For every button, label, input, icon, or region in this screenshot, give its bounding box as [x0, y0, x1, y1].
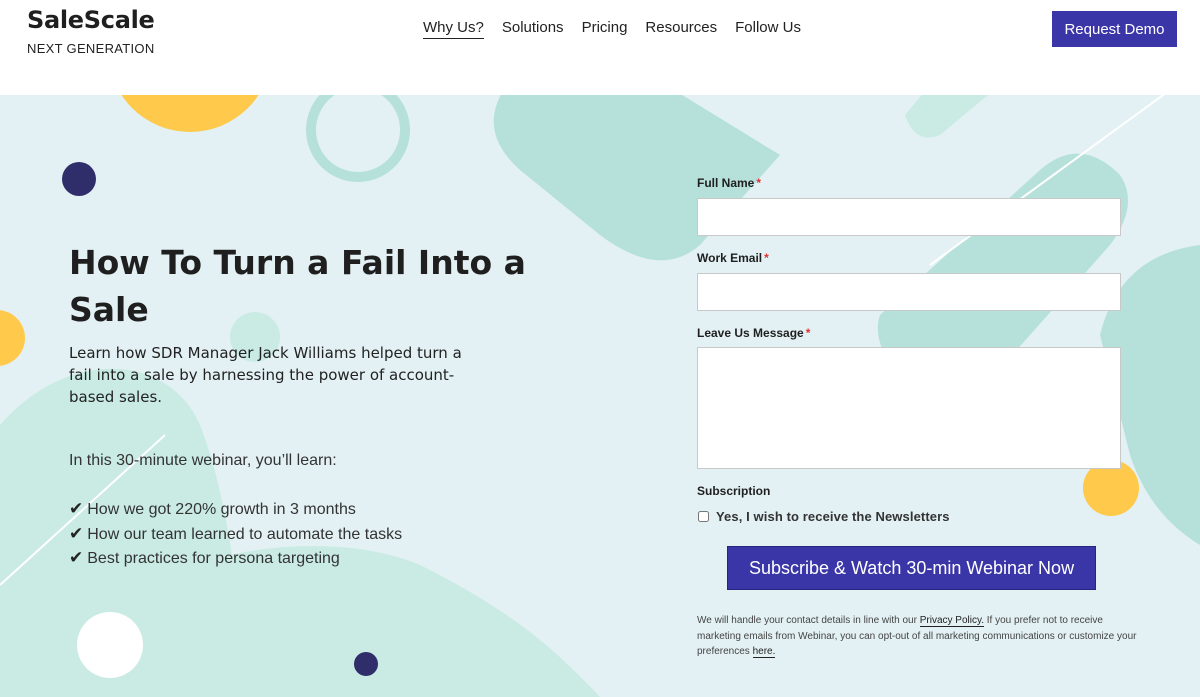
list-item: ✔ Best practices for persona targeting	[69, 546, 402, 571]
decor-yellow-left	[0, 310, 25, 366]
decor-yellow-top	[121, 95, 259, 132]
nav-item-solutions[interactable]: Solutions	[502, 19, 564, 39]
message-label: Leave Us Message *	[697, 326, 1127, 340]
nav-item-resources[interactable]: Resources	[645, 19, 717, 39]
checkmark-icon: ✔	[69, 523, 84, 543]
privacy-notice: We will handle your contact details in l…	[697, 613, 1137, 660]
benefit-text: Best practices for persona targeting	[87, 550, 340, 567]
benefit-text: How our team learned to automate the tas…	[87, 525, 403, 543]
site-header: SaleScale NEXT GENERATION Why Us? Soluti…	[0, 0, 1200, 95]
newsletter-option[interactable]: Yes, I wish to receive the Newsletters	[697, 509, 1127, 524]
main-nav: Why Us? Solutions Pricing Resources Foll…	[423, 19, 819, 39]
signup-form: Full Name * Work Email * Leave Us Message *…	[697, 176, 1136, 658]
full-name-field[interactable]	[697, 198, 1121, 236]
request-demo-button[interactable]: Request Demo	[1052, 11, 1177, 47]
required-mark: *	[756, 176, 762, 190]
message-label-text: Leave Us Message	[697, 326, 804, 340]
benefit-text: How we got 220% growth in 3 months	[87, 501, 356, 518]
decor-navy-dot-bottom	[354, 652, 378, 676]
full-name-label-text: Full Name	[697, 176, 755, 190]
preferences-here-link[interactable]: here.	[752, 646, 776, 658]
required-mark: *	[805, 326, 811, 340]
required-mark: *	[764, 251, 769, 265]
decor-ring	[306, 95, 410, 182]
work-email-field[interactable]	[697, 273, 1121, 311]
learn-title: In this 30-minute webinar, you’ll learn:	[69, 452, 337, 469]
nav-item-follow-us[interactable]: Follow Us	[735, 19, 801, 39]
privacy-text-1: We will handle your contact details in l…	[697, 615, 920, 626]
nav-item-why-us[interactable]: Why Us?	[423, 19, 484, 39]
hero-section: How To Turn a Fail Into a Sale Learn how…	[0, 95, 1200, 697]
checkmark-icon: ✔	[69, 548, 84, 567]
nav-item-pricing[interactable]: Pricing	[582, 19, 628, 39]
message-textarea[interactable]	[697, 347, 1121, 469]
benefits-list: ✔ How we got 220% growth in 3 months ✔ How…	[69, 497, 402, 571]
full-name-label: Full Name *	[697, 176, 1127, 190]
subscription-label: Subscription	[697, 484, 771, 498]
newsletter-checkbox[interactable]	[698, 511, 709, 522]
work-email-label-text: Work Email	[697, 251, 763, 265]
brand-logo[interactable]: SaleScale	[27, 6, 155, 34]
privacy-policy-link[interactable]: Privacy Policy.	[919, 615, 984, 627]
hero-headline: How To Turn a Fail Into a Sale	[69, 243, 526, 329]
list-item: ✔ How our team learned to automate the ta…	[69, 522, 402, 547]
hero-intro: Learn how SDR Manager Jack Williams help…	[69, 344, 462, 406]
work-email-label: Work Email *	[697, 251, 1127, 265]
decor-white-circle	[77, 612, 143, 678]
newsletter-label: Yes, I wish to receive the Newsletters	[716, 509, 950, 524]
subscribe-watch-button[interactable]: Subscribe & Watch 30-min Webinar Now	[727, 546, 1096, 590]
checkmark-icon: ✔	[69, 499, 84, 518]
list-item: ✔ How we got 220% growth in 3 months	[69, 497, 402, 522]
decor-capsule-small	[905, 95, 988, 138]
opt-out-text: opt-out	[878, 630, 910, 642]
decor-navy-dot-top	[62, 162, 96, 196]
brand-tagline: NEXT GENERATION	[27, 41, 155, 56]
